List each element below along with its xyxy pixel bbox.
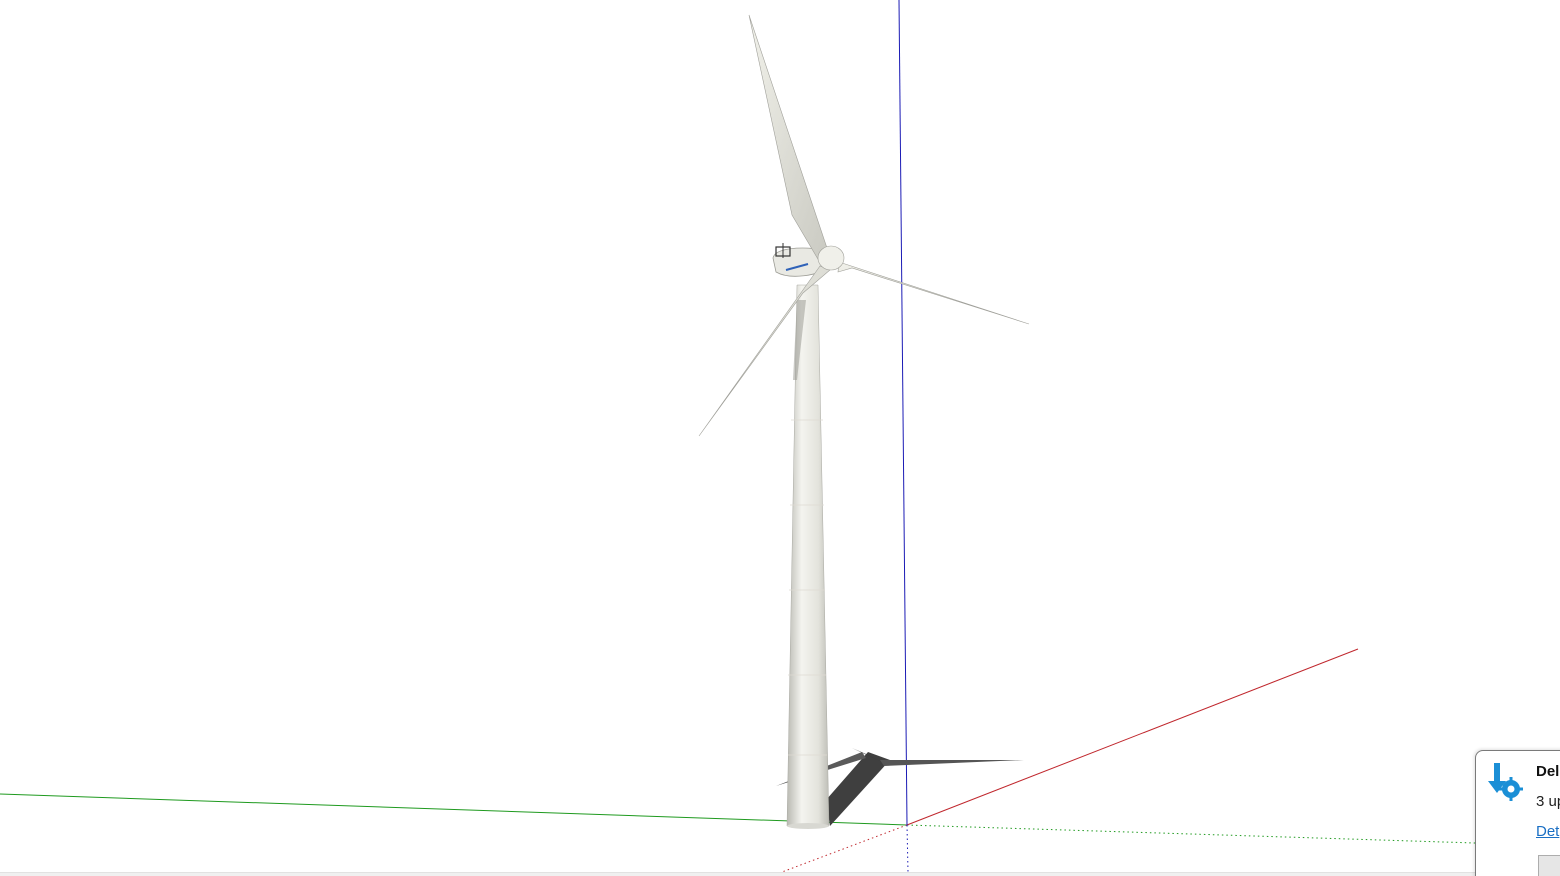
notification-details-link[interactable]: Det [1536,823,1559,840]
red-axis-dotted [781,824,908,873]
update-notification[interactable]: Del 3 up Det [1475,750,1560,876]
notification-title: Del [1536,763,1560,780]
notification-action-button[interactable] [1538,855,1560,876]
update-gear-icon [1488,763,1523,801]
turbine-rotor[interactable] [698,14,1030,437]
modeling-viewport[interactable]: Del 3 up Det [0,0,1560,876]
scene-canvas[interactable] [0,0,1560,876]
status-strip [0,872,1560,876]
notification-body: 3 up [1536,793,1560,810]
blue-axis [898,0,908,826]
blue-axis-dotted [906,824,909,873]
turbine-tower[interactable] [786,284,830,829]
green-axis-dotted [906,824,1476,844]
green-axis [0,793,908,826]
red-axis [906,648,1359,826]
